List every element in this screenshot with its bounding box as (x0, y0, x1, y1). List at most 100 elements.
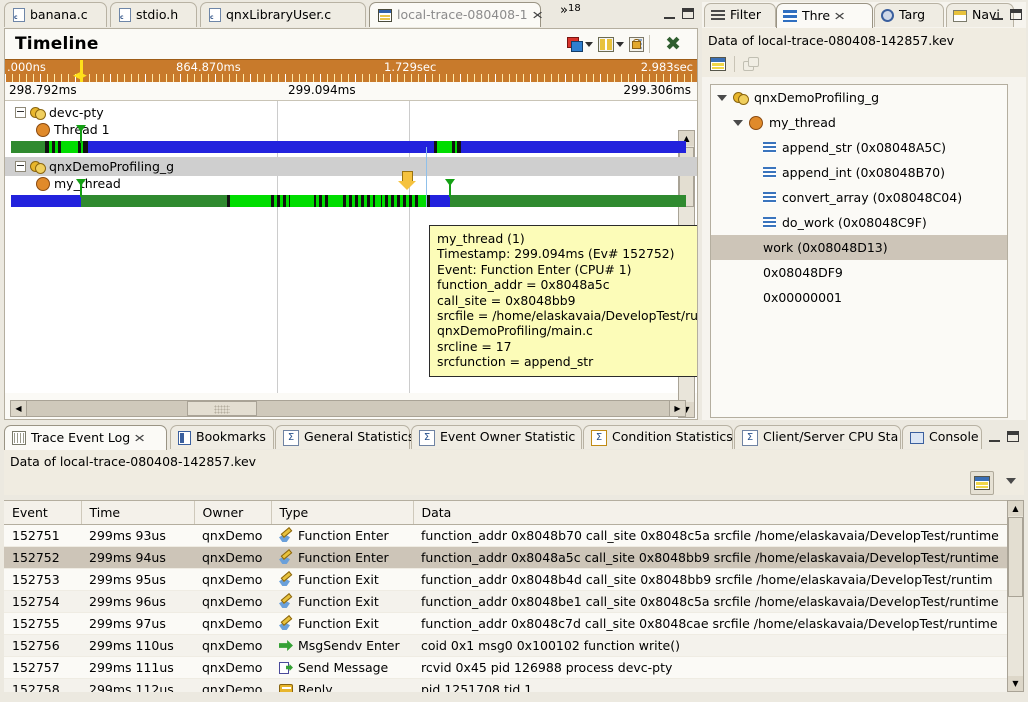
table-icon[interactable] (710, 57, 726, 71)
twisty-open-icon[interactable] (733, 120, 743, 126)
table-row[interactable]: 152751 299ms 93us qnxDemo Function Enter… (4, 525, 1007, 547)
tab-label: Thre (802, 10, 830, 23)
tab-label: Client/Server CPU Sta (763, 431, 898, 444)
toolbar-divider (649, 35, 650, 53)
minimize-icon[interactable] (992, 9, 1003, 20)
table-row[interactable]: 152752 299ms 94us qnxDemo Function Enter… (4, 547, 1007, 569)
subruler-label: 299.094ms (288, 83, 356, 97)
tab-threads[interactable]: Thre ✕ (776, 3, 873, 28)
tree-item-append-str[interactable]: append_str (0x08048A5C) (711, 135, 1007, 160)
lock-icon[interactable] (629, 37, 644, 52)
scroll-left-arrow-icon[interactable]: ◀ (11, 401, 27, 416)
column-header-type[interactable]: Type (271, 501, 413, 525)
console-icon (910, 432, 924, 444)
collapse-icon[interactable] (15, 107, 26, 118)
minimize-icon[interactable] (664, 8, 675, 19)
scroll-right-arrow-icon[interactable]: ▶ (669, 401, 685, 416)
ruler-tick-label: 1.729sec (384, 60, 436, 74)
stack-icon (743, 57, 759, 71)
table-view-button[interactable] (970, 471, 994, 495)
editor-tab-overflow[interactable]: »18 (560, 3, 581, 18)
timeline-ruler[interactable]: .000ns 864.870ms 1.729sec 2.983sec ◀▶ (5, 59, 697, 82)
tab-bookmarks[interactable]: Bookmarks (170, 425, 274, 449)
scroll-up-arrow-icon[interactable]: ▲ (1008, 501, 1023, 516)
cell-data: function_addr 0x8048b70 call_site 0x8048… (413, 525, 1007, 547)
timeline-row-thread1[interactable]: Thread 1 (36, 122, 110, 137)
event-table-vertical-scrollbar[interactable]: ▲ ▼ (1007, 500, 1024, 692)
cell-data: rcvid 0x45 pid 126988 process devc-pty (413, 657, 1007, 679)
cell-event: 152753 (4, 569, 81, 591)
timeline-canvas[interactable]: devc-pty Thread 1 (5, 100, 697, 393)
column-header-time[interactable]: Time (81, 501, 194, 525)
thread-icon (36, 177, 50, 191)
toolbar-divider (734, 56, 735, 72)
tree-item-my-thread[interactable]: my_thread (711, 110, 1007, 135)
editor-tab-label: qnxLibraryUser.c (226, 9, 331, 22)
process-icon (30, 106, 45, 119)
right-panel-subtitle: Data of local-trace-080408-142857.kev (702, 28, 1026, 51)
table-row[interactable]: 152756 299ms 110us qnxDemo MsgSendv Ente… (4, 635, 1007, 657)
tree-item-label: append_int (0x08048B70) (782, 165, 945, 180)
tree-item-label: work (0x08048D13) (763, 240, 888, 255)
scroll-down-arrow-icon[interactable]: ▼ (1008, 676, 1023, 691)
tree-item-append-int[interactable]: append_int (0x08048B70) (711, 160, 1007, 185)
tab-general-statistics[interactable]: Σ General Statistics (275, 425, 410, 449)
tree-item-qnxdemoprofiling[interactable]: qnxDemoProfiling_g (711, 85, 1007, 110)
table-row[interactable]: 152758 299ms 112us qnxDemo Reply pid 125… (4, 679, 1007, 693)
close-icon[interactable]: ✕ (531, 10, 543, 21)
right-panel-window-buttons (992, 9, 1022, 20)
close-icon[interactable]: ✕ (134, 433, 146, 444)
tab-client-server-cpu[interactable]: Σ Client/Server CPU Sta (734, 425, 901, 449)
table-row[interactable]: 152757 299ms 111us qnxDemo Send Message … (4, 657, 1007, 679)
scrollbar-thumb[interactable] (187, 401, 257, 416)
function-icon (279, 617, 293, 630)
close-icon[interactable]: ✕ (834, 11, 846, 22)
tab-console[interactable]: Console (902, 425, 982, 449)
tree-item-work[interactable]: work (0x08048D13) (711, 235, 1007, 260)
tab-trace-event-log[interactable]: Trace Event Log ✕ (4, 425, 167, 450)
right-panel-toolbar (702, 51, 1026, 77)
column-header-owner[interactable]: Owner (194, 501, 271, 525)
tree-item-addr-08048df9[interactable]: 0x08048DF9 (711, 260, 1007, 285)
tab-event-owner-statistic[interactable]: Σ Event Owner Statistic (411, 425, 582, 449)
threads-view-panel: Filter Thre ✕ Targ Navi Data of local-tr… (702, 2, 1026, 420)
maximize-icon[interactable] (1007, 431, 1019, 442)
timeline-horizontal-scrollbar[interactable]: ◀ ▶ (10, 400, 686, 417)
event-table-container[interactable]: Event Time Owner Type Data 152751 299ms … (4, 500, 1007, 692)
minimize-icon[interactable] (989, 431, 1000, 442)
twisty-open-icon[interactable] (717, 95, 727, 101)
tree-item-do-work[interactable]: do_work (0x08048C9F) (711, 210, 1007, 235)
threads-tree[interactable]: qnxDemoProfiling_g my_thread append_str … (710, 84, 1008, 418)
timeline-row-qnxdemoprofiling[interactable]: qnxDemoProfiling_g (15, 159, 174, 174)
tab-condition-statistics[interactable]: Σ Condition Statistics (583, 425, 733, 449)
view-menu-icon[interactable] (1006, 478, 1016, 484)
tree-item-addr-00000001[interactable]: 0x00000001 (711, 285, 1007, 310)
maximize-icon[interactable] (1010, 9, 1022, 20)
cell-event: 152752 (4, 547, 81, 569)
table-row[interactable]: 152755 299ms 97us qnxDemo Function Exit … (4, 613, 1007, 635)
close-timeline-button[interactable]: ✖ (655, 35, 689, 54)
editor-tab-local-trace[interactable]: local-trace-080408-1 ✕ (369, 2, 541, 27)
editor-tab-qnxlibraryuser[interactable]: c qnxLibraryUser.c (200, 2, 366, 27)
editor-tab-label: stdio.h (136, 9, 178, 22)
editor-tab-stdio[interactable]: c stdio.h (110, 2, 197, 27)
collapse-icon[interactable] (15, 161, 26, 172)
timeline-row-devc-pty[interactable]: devc-pty (15, 105, 104, 120)
cell-time: 299ms 96us (81, 591, 194, 613)
ruler-tick-label: 864.870ms (176, 60, 241, 74)
tree-item-convert-array[interactable]: convert_array (0x08048C04) (711, 185, 1007, 210)
film-strip-dropdown[interactable] (598, 37, 624, 52)
editor-tab-banana[interactable]: c banana.c (4, 2, 107, 27)
filter-image-dropdown[interactable] (567, 37, 593, 52)
column-header-data[interactable]: Data (413, 501, 1007, 525)
table-row[interactable]: 152754 299ms 96us qnxDemo Function Exit … (4, 591, 1007, 613)
cell-data: function_addr 0x8048b4d call_site 0x8048… (413, 569, 1007, 591)
tab-target[interactable]: Targ (874, 3, 944, 27)
table-row[interactable]: 152753 299ms 95us qnxDemo Function Exit … (4, 569, 1007, 591)
scrollbar-thumb[interactable] (1008, 517, 1023, 597)
trace-segment (450, 195, 686, 207)
cell-time: 299ms 94us (81, 547, 194, 569)
tab-filter[interactable]: Filter (704, 3, 776, 27)
maximize-icon[interactable] (682, 8, 694, 19)
column-header-event[interactable]: Event (4, 501, 81, 525)
